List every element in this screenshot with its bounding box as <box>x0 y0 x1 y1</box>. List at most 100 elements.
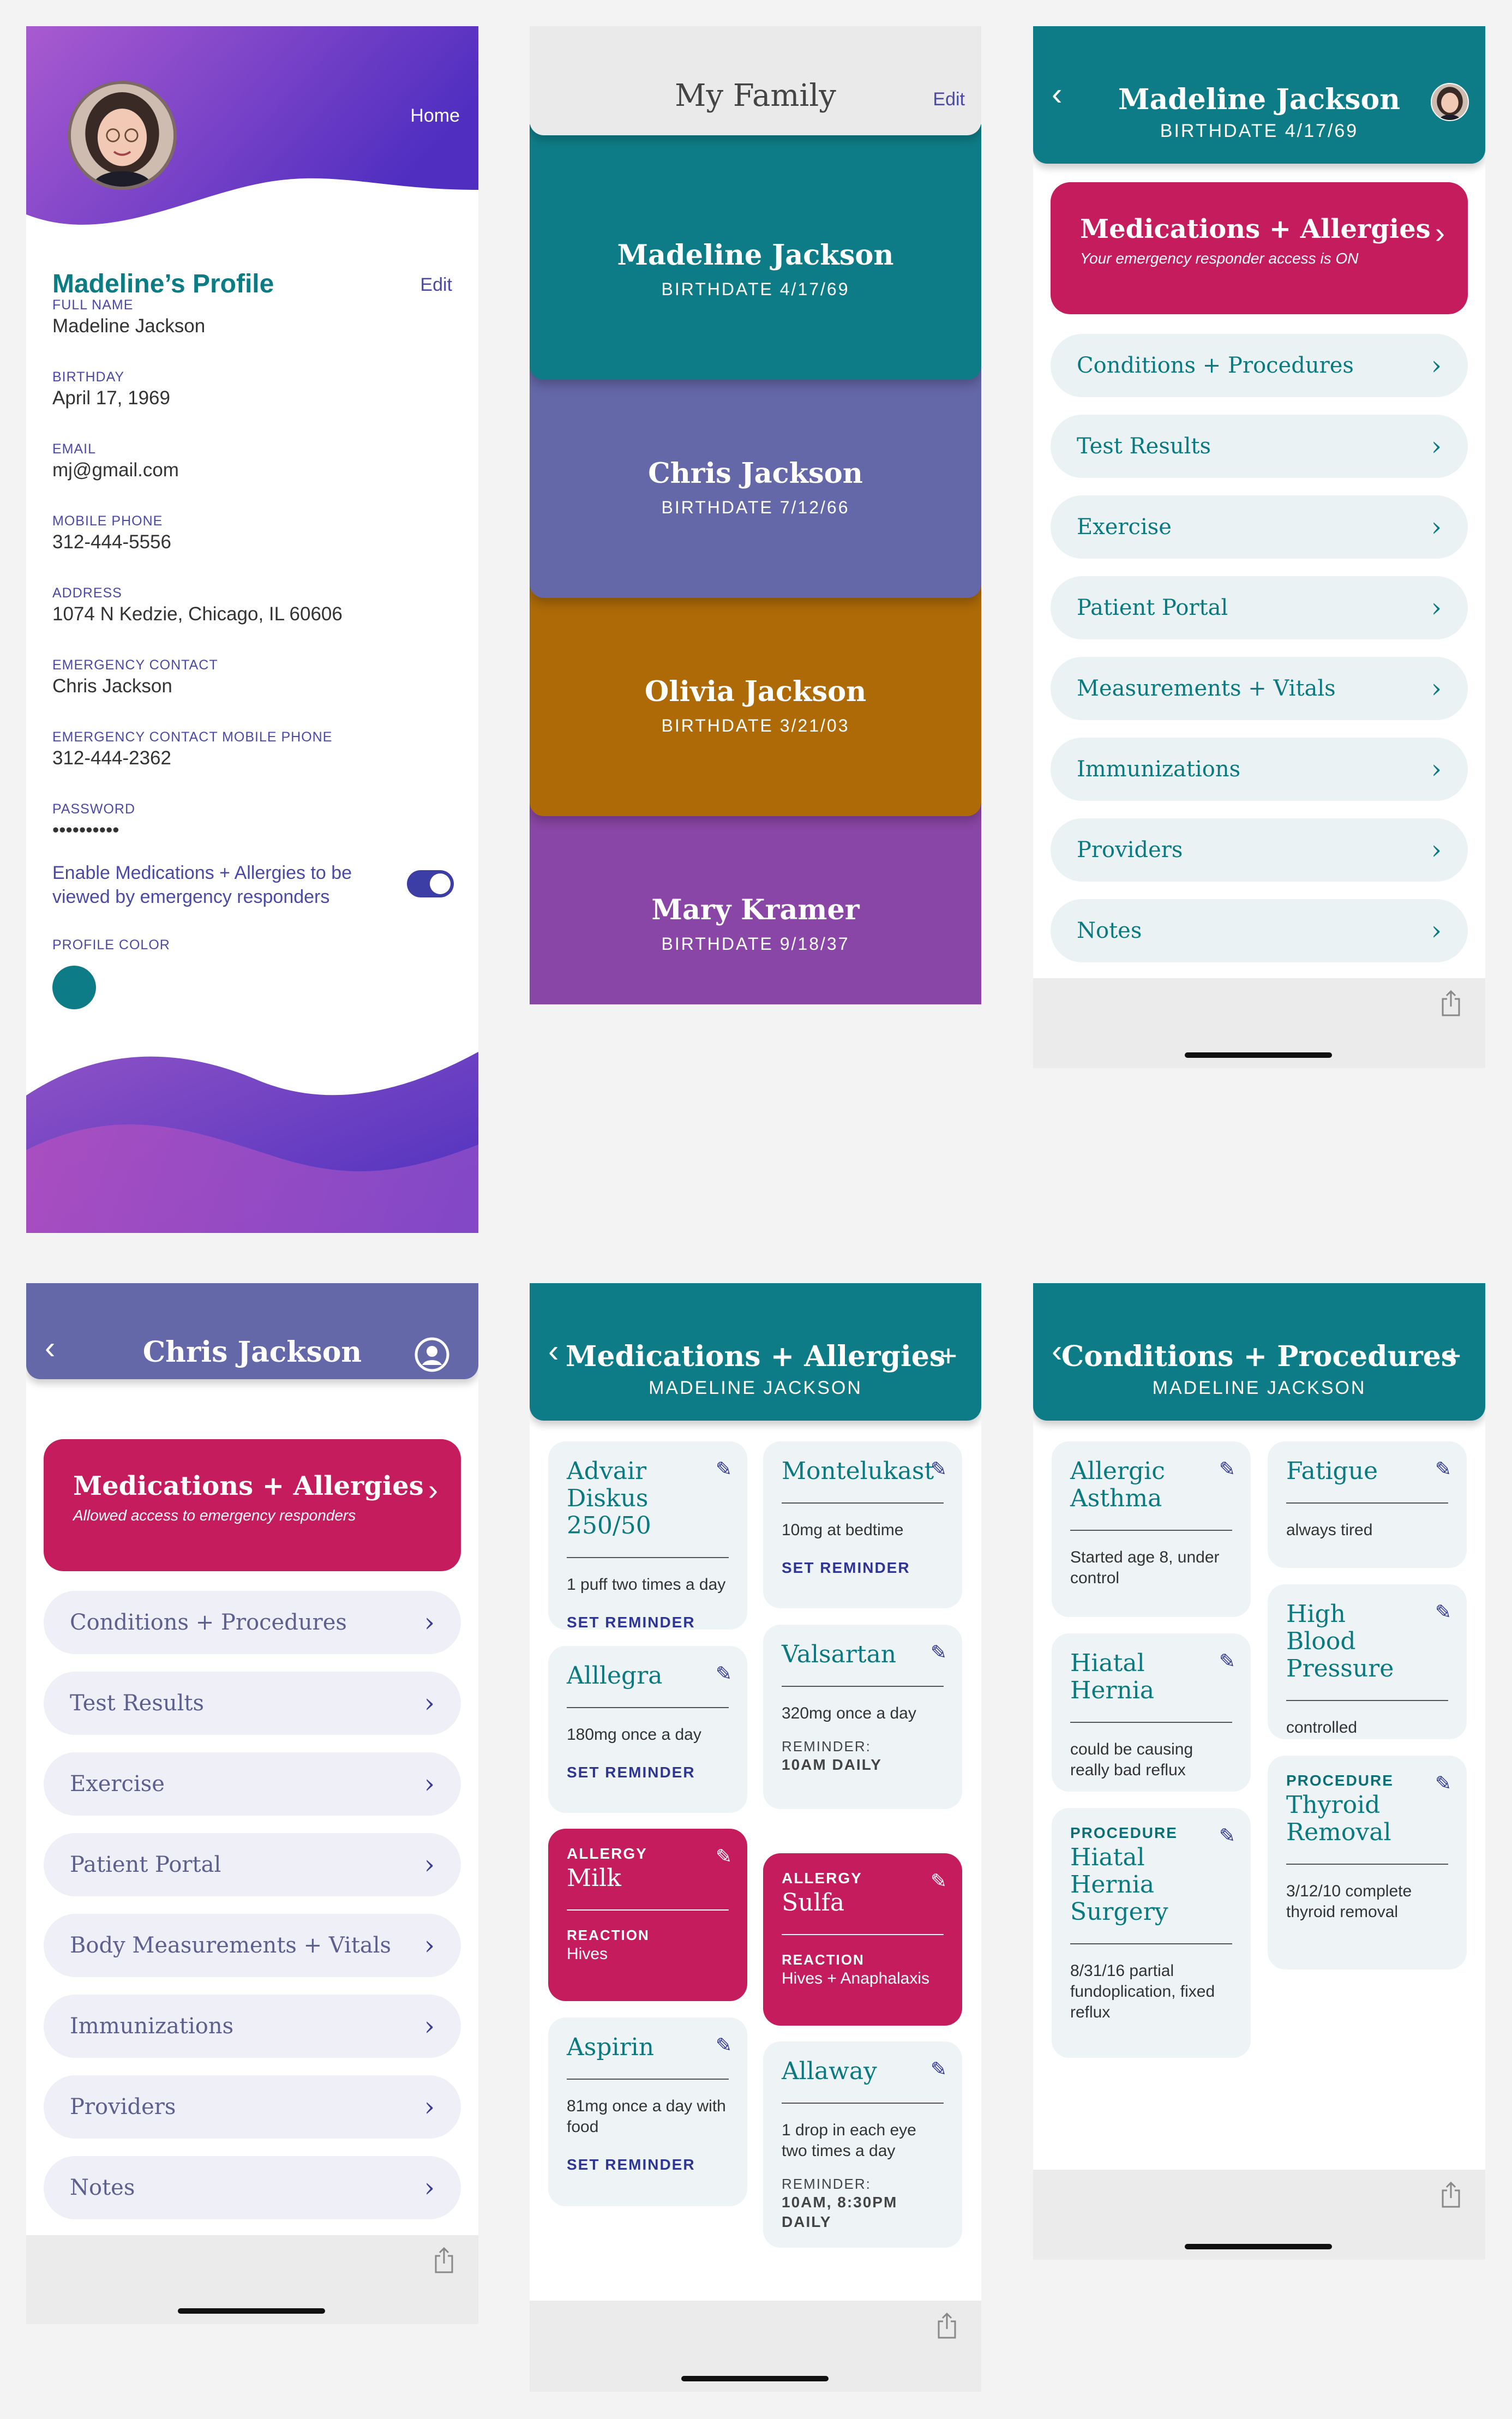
chevron-left-icon[interactable]: ‹ <box>548 1336 559 1367</box>
pencil-icon[interactable]: ✎ <box>931 2058 947 2081</box>
plus-icon[interactable]: + <box>939 1338 957 1373</box>
field-value[interactable]: April 17, 1969 <box>52 387 456 409</box>
menu-item[interactable]: Exercise › <box>44 1752 461 1816</box>
pencil-icon[interactable]: ✎ <box>1219 1458 1235 1481</box>
share-icon[interactable] <box>1441 989 1461 1017</box>
procedure-card[interactable]: PROCEDURE Hiatal Hernia Surgery ✎ 8/31/1… <box>1052 1808 1251 2058</box>
menu-item-label: Test Results <box>70 1691 205 1716</box>
pencil-icon[interactable]: ✎ <box>1435 1601 1451 1624</box>
field-birthday: BIRTHDAY April 17, 1969 <box>52 369 456 409</box>
menu-item[interactable]: Conditions + Procedures › <box>1051 334 1468 397</box>
plus-icon[interactable]: + <box>1443 1338 1461 1373</box>
set-reminder-button[interactable]: SET REMINDER <box>782 1559 944 1577</box>
condition-card[interactable]: Allergic Asthma ✎ Started age 8, under c… <box>1052 1441 1251 1617</box>
medication-card[interactable]: Valsartan ✎ 320mg once a day REMINDER: 1… <box>763 1625 962 1809</box>
menu-item[interactable]: Body Measurements + Vitals › <box>44 1914 461 1977</box>
field-value[interactable]: mj@gmail.com <box>52 459 456 481</box>
menu-item-label: Immunizations <box>1077 757 1241 782</box>
pencil-icon[interactable]: ✎ <box>1219 1650 1235 1673</box>
medication-card[interactable]: Allaway ✎ 1 drop in each eye two times a… <box>763 2041 962 2248</box>
share-icon[interactable] <box>1441 2181 1461 2209</box>
allergy-card[interactable]: ALLERGY Milk ✎ REACTION Hives <box>548 1829 747 2001</box>
medications-allergies-card[interactable]: Medications + Allergies Your emergency r… <box>1051 182 1468 314</box>
field-value[interactable]: Chris Jackson <box>52 675 456 697</box>
pencil-icon[interactable]: ✎ <box>931 1458 947 1481</box>
home-indicator <box>178 2308 325 2314</box>
divider <box>782 1934 944 1935</box>
divider <box>1286 1864 1448 1865</box>
set-reminder-button[interactable]: SET REMINDER <box>567 2156 729 2173</box>
pencil-icon[interactable]: ✎ <box>716 1845 732 1868</box>
menu-item-label: Exercise <box>70 1771 165 1797</box>
menu-item[interactable]: Providers › <box>44 2075 461 2139</box>
field-value[interactable]: 312-444-5556 <box>52 531 456 553</box>
share-icon[interactable] <box>434 2246 454 2274</box>
pencil-icon[interactable]: ✎ <box>1219 1824 1235 1847</box>
field-label: ADDRESS <box>52 585 122 601</box>
chevron-right-icon: › <box>424 2172 435 2203</box>
bottom-bar <box>530 2301 981 2392</box>
pencil-icon[interactable]: ✎ <box>1435 1458 1451 1481</box>
emergency-access-toggle[interactable] <box>407 870 454 897</box>
menu-item-label: Body Measurements + Vitals <box>70 1933 392 1958</box>
pencil-icon[interactable]: ✎ <box>931 1641 947 1664</box>
procedure-detail: 3/12/10 complete thyroid removal <box>1286 1882 1412 1921</box>
pencil-icon[interactable]: ✎ <box>716 1458 732 1481</box>
pencil-icon[interactable]: ✎ <box>931 1870 947 1893</box>
page-title: Madeline’s Profile <box>52 270 274 298</box>
menu-item[interactable]: Patient Portal › <box>1051 576 1468 639</box>
chevron-left-icon[interactable]: ‹ <box>45 1332 55 1364</box>
avatar[interactable] <box>68 81 177 190</box>
family-card[interactable]: Olivia Jackson BIRTHDATE 3/21/03 <box>530 561 981 816</box>
medication-card[interactable]: Montelukast ✎ 10mg at bedtime SET REMIND… <box>763 1441 962 1608</box>
field-value[interactable]: Madeline Jackson <box>52 315 456 337</box>
condition-card[interactable]: Fatigue ✎ always tired <box>1268 1441 1467 1568</box>
menu-item[interactable]: Test Results › <box>1051 415 1468 478</box>
family-card[interactable]: Madeline Jackson BIRTHDATE 4/17/69 <box>530 124 981 380</box>
chevron-right-icon: › <box>424 1930 435 1961</box>
medications-allergies-card[interactable]: Medications + Allergies Allowed access t… <box>44 1439 461 1571</box>
medication-card[interactable]: Advair Diskus 250/50 ✎ 1 puff two times … <box>548 1441 747 1631</box>
allergy-card[interactable]: ALLERGY Sulfa ✎ REACTION Hives + Anaphal… <box>763 1853 962 2026</box>
avatar[interactable] <box>1431 83 1469 121</box>
menu-item[interactable]: Measurements + Vitals › <box>1051 657 1468 720</box>
medication-card[interactable]: Aspirin ✎ 81mg once a day with food SET … <box>548 2017 747 2206</box>
family-card[interactable]: Chris Jackson BIRTHDATE 7/12/66 <box>530 343 981 598</box>
divider <box>567 2079 729 2080</box>
set-reminder-button[interactable]: SET REMINDER <box>567 1614 729 1631</box>
pencil-icon[interactable]: ✎ <box>716 1662 732 1685</box>
medication-name: Valsartan <box>782 1640 897 1668</box>
chevron-left-icon[interactable]: ‹ <box>1052 1336 1062 1367</box>
menu-item[interactable]: Patient Portal › <box>44 1833 461 1896</box>
page-subtitle: MADELINE JACKSON <box>649 1378 862 1398</box>
menu-item[interactable]: Providers › <box>1051 818 1468 882</box>
field-value[interactable]: 1074 N Kedzie, Chicago, IL 60606 <box>52 603 456 625</box>
reminder-label: REMINDER: <box>782 1738 871 1755</box>
medication-card[interactable]: Alllegra ✎ 180mg once a day SET REMINDER <box>548 1646 747 1813</box>
pencil-icon[interactable]: ✎ <box>1435 1772 1451 1795</box>
field-email: EMAIL mj@gmail.com <box>52 441 456 481</box>
pencil-icon[interactable]: ✎ <box>716 2034 732 2057</box>
procedure-card[interactable]: PROCEDURE Thyroid Removal ✎ 3/12/10 comp… <box>1268 1756 1467 1969</box>
share-icon[interactable] <box>937 2312 957 2340</box>
menu-item[interactable]: Immunizations › <box>44 1995 461 2058</box>
menu-item[interactable]: Conditions + Procedures › <box>44 1591 461 1654</box>
edit-button[interactable]: Edit <box>933 89 965 110</box>
menu-item[interactable]: Exercise › <box>1051 495 1468 559</box>
field-value[interactable]: •••••••••• <box>52 819 456 841</box>
chevron-left-icon[interactable]: ‹ <box>1052 79 1062 110</box>
menu-item[interactable]: Notes › <box>1051 899 1468 962</box>
profile-color-swatch[interactable] <box>52 966 96 1009</box>
hero-title: Medications + Allergies <box>1080 214 1431 244</box>
member-menu-screen: ‹ Chris Jackson Medications + Allergies … <box>26 1283 478 2324</box>
condition-card[interactable]: High Blood Pressure ✎ controlled <box>1268 1584 1467 1739</box>
set-reminder-button[interactable]: SET REMINDER <box>567 1764 729 1781</box>
menu-item[interactable]: Immunizations › <box>1051 738 1468 801</box>
home-link[interactable]: Home <box>410 105 460 127</box>
menu-item[interactable]: Test Results › <box>44 1672 461 1735</box>
condition-card[interactable]: Hiatal Hernia ✎ could be causing really … <box>1052 1633 1251 1792</box>
field-value[interactable]: 312-444-2362 <box>52 747 456 769</box>
user-circle-icon[interactable] <box>414 1337 450 1373</box>
edit-button[interactable]: Edit <box>420 274 452 296</box>
menu-item[interactable]: Notes › <box>44 2156 461 2219</box>
